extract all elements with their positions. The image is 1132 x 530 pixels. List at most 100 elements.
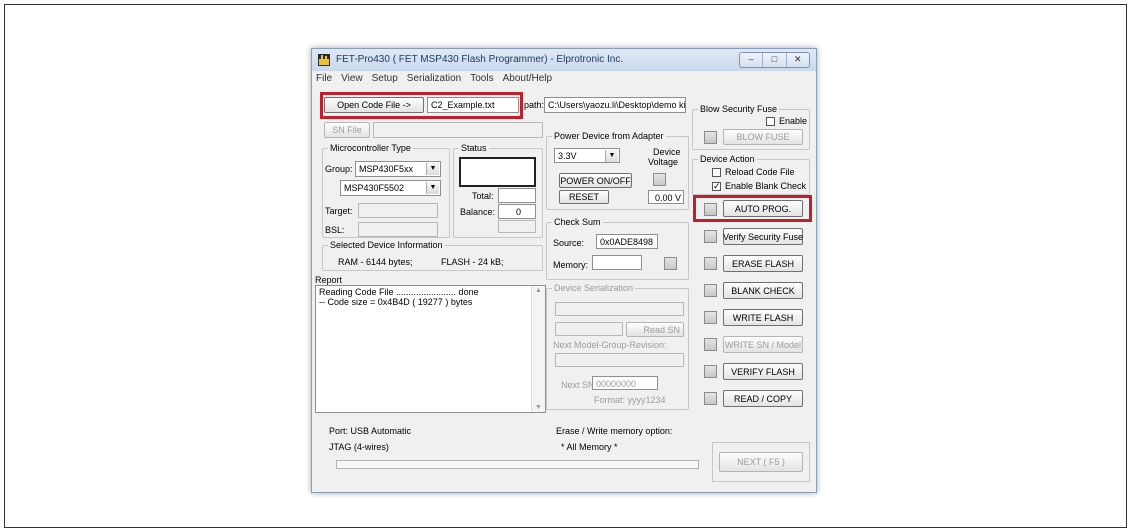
format-label: Format: yyyy1234 xyxy=(594,395,666,405)
blow-fuse-indicator xyxy=(704,131,717,144)
bsl-field xyxy=(358,222,438,237)
next-model-field xyxy=(555,353,684,367)
erase-option-value: * All Memory * xyxy=(561,442,618,452)
next-model-label: Next Model-Group-Revision: xyxy=(553,340,667,350)
app-window: FET-Pro430 ( FET MSP430 Flash Programmer… xyxy=(311,48,817,493)
microcontroller-type-legend: Microcontroller Type xyxy=(328,143,413,153)
serialization-field-2 xyxy=(555,322,623,336)
blank-check-indicator xyxy=(704,284,717,297)
next-sn-field[interactable]: 00000000 xyxy=(592,376,658,390)
target-label: Target: xyxy=(325,206,353,216)
balance-label: Balance: xyxy=(460,207,496,217)
voltage-select[interactable]: 3.3V ▼ xyxy=(554,148,620,163)
menu-setup[interactable]: Setup xyxy=(372,71,398,87)
read-copy-indicator xyxy=(704,392,717,405)
menu-view[interactable]: View xyxy=(341,71,363,87)
reset-button[interactable]: RESET xyxy=(559,190,609,204)
port-label: Port: USB Automatic xyxy=(329,426,412,436)
blow-security-fuse-legend: Blow Security Fuse xyxy=(698,104,780,114)
verify-security-fuse-button[interactable]: Verify Security Fuse xyxy=(723,228,803,245)
verify-security-fuse-indicator xyxy=(704,230,717,243)
erase-flash-indicator xyxy=(704,257,717,270)
serialization-field-1 xyxy=(555,302,684,316)
sn-file-field[interactable] xyxy=(373,122,543,138)
group-label: Group: xyxy=(325,164,353,174)
reload-code-file-label: Reload Code File xyxy=(725,167,795,177)
enable-blank-check-label: Enable Blank Check xyxy=(725,181,807,191)
jtag-label: JTAG (4-wires) xyxy=(329,442,389,452)
group-select[interactable]: MSP430F5xx ▼ xyxy=(355,161,441,177)
report-label: Report xyxy=(315,275,343,285)
close-icon[interactable]: ✕ xyxy=(787,53,809,67)
progress-bar xyxy=(336,460,699,469)
write-flash-indicator xyxy=(704,311,717,324)
group-select-value: MSP430F5xx xyxy=(359,164,414,174)
menu-bar: File View Setup Serialization Tools Abou… xyxy=(312,71,816,87)
ram-info: RAM - 6144 bytes; xyxy=(338,257,413,267)
minimize-icon[interactable]: – xyxy=(740,53,764,67)
report-scrollbar[interactable]: ▲ ▼ xyxy=(531,286,545,412)
next-button[interactable]: NEXT ( F5 ) xyxy=(719,452,803,472)
maximize-icon[interactable]: □ xyxy=(763,53,787,67)
title-bar[interactable]: FET-Pro430 ( FET MSP430 Flash Programmer… xyxy=(312,49,816,71)
path-field[interactable]: C:\Users\yaozu.li\Desktop\demo kit xyxy=(544,97,686,113)
check-sum-group: Check Sum xyxy=(546,217,689,280)
read-copy-button[interactable]: READ / COPY xyxy=(723,390,803,407)
erase-option-label: Erase / Write memory option: xyxy=(556,426,673,436)
report-line-2: -- Code size = 0x4B4D ( 19277 ) bytes xyxy=(319,297,473,307)
device-voltage-label-2: Voltage xyxy=(648,157,679,167)
voltage-readout: 0.00 V xyxy=(648,190,684,204)
open-code-file-highlight xyxy=(320,92,523,119)
device-select-value: MSP430F5502 xyxy=(344,183,405,193)
device-select[interactable]: MSP430F5502 ▼ xyxy=(340,180,441,196)
report-line-1: Reading Code File ......................… xyxy=(319,287,479,297)
voltage-select-value: 3.3V xyxy=(558,151,577,161)
scroll-up-icon[interactable]: ▲ xyxy=(535,287,542,294)
chevron-down-icon[interactable]: ▼ xyxy=(605,150,618,162)
erase-flash-button[interactable]: ERASE FLASH xyxy=(723,255,803,272)
bsl-label: BSL: xyxy=(325,225,345,235)
reload-code-file-checkbox[interactable] xyxy=(712,168,721,177)
total-field xyxy=(498,188,536,203)
source-value: 0x0ADE8498 xyxy=(596,234,658,249)
power-device-legend: Power Device from Adapter xyxy=(552,131,666,141)
check-sum-legend: Check Sum xyxy=(552,217,603,227)
memory-indicator[interactable] xyxy=(664,257,677,270)
device-voltage-label-1: Device xyxy=(653,147,681,157)
sn-file-button[interactable]: SN File xyxy=(324,122,370,138)
source-label: Source: xyxy=(553,238,585,248)
app-icon xyxy=(318,54,330,66)
menu-serialization[interactable]: Serialization xyxy=(407,71,461,87)
chevron-down-icon[interactable]: ▼ xyxy=(426,163,439,175)
memory-label: Memory: xyxy=(553,260,589,270)
report-area[interactable]: Reading Code File ......................… xyxy=(315,285,546,413)
flash-info: FLASH - 24 kB; xyxy=(441,257,504,267)
menu-file[interactable]: File xyxy=(316,71,332,87)
balance-extra-field xyxy=(498,220,536,233)
power-indicator xyxy=(653,173,666,186)
power-on-off-button[interactable]: POWER ON/OFF xyxy=(559,173,632,188)
write-flash-button[interactable]: WRITE FLASH xyxy=(723,309,803,326)
selected-device-legend: Selected Device Information xyxy=(328,240,445,250)
read-sn-button[interactable]: Read SN xyxy=(626,322,684,337)
device-action-legend: Device Action xyxy=(698,154,757,164)
blow-fuse-button[interactable]: BLOW FUSE xyxy=(723,129,803,145)
status-display xyxy=(459,157,536,187)
write-sn-model-button[interactable]: WRITE SN / Model xyxy=(723,336,803,353)
auto-prog-highlight xyxy=(693,195,812,222)
enable-blank-check-checkbox[interactable]: ✓ xyxy=(712,182,721,191)
target-field xyxy=(358,203,438,218)
menu-tools[interactable]: Tools xyxy=(470,71,493,87)
menu-about-help[interactable]: About/Help xyxy=(503,71,552,87)
verify-flash-button[interactable]: VERIFY FLASH xyxy=(723,363,803,380)
chevron-down-icon[interactable]: ▼ xyxy=(426,182,439,194)
blank-check-button[interactable]: BLANK CHECK xyxy=(723,282,803,299)
window-title: FET-Pro430 ( FET MSP430 Flash Programmer… xyxy=(336,54,624,65)
memory-value xyxy=(592,255,642,270)
balance-field: 0 xyxy=(498,204,536,219)
enable-fuse-label: Enable xyxy=(779,116,808,126)
verify-flash-indicator xyxy=(704,365,717,378)
scroll-down-icon[interactable]: ▼ xyxy=(535,404,542,411)
status-legend: Status xyxy=(459,143,489,153)
enable-fuse-checkbox[interactable] xyxy=(766,117,775,126)
